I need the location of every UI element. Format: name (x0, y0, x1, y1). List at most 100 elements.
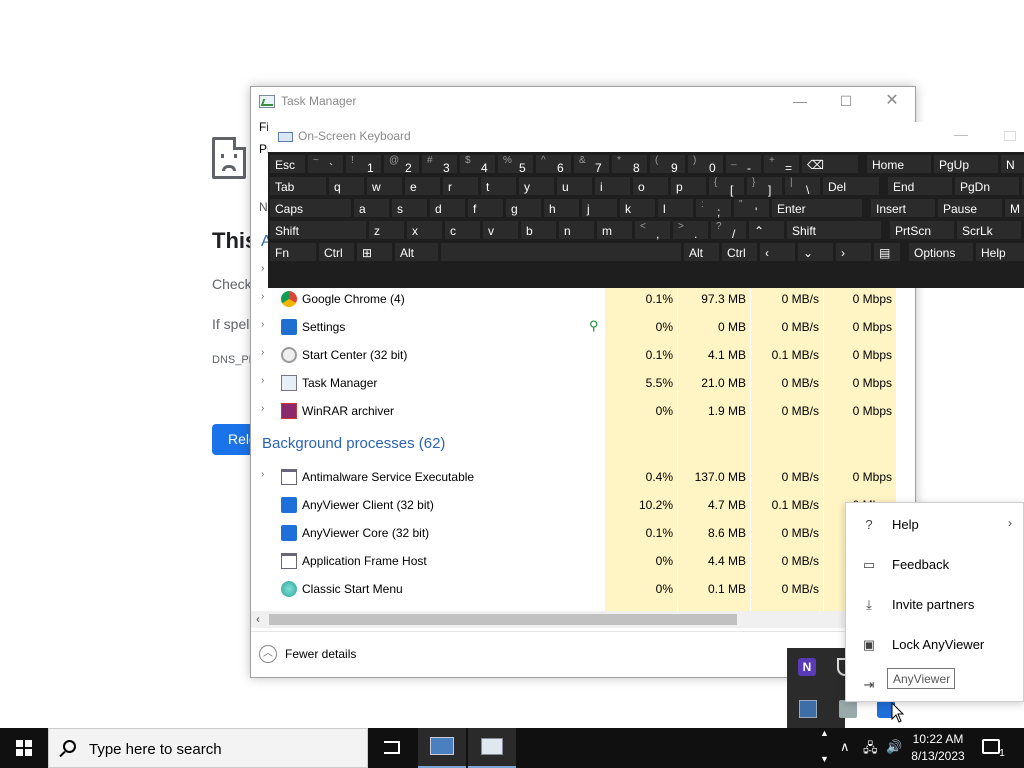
menu-item-help[interactable]: ? Help › (846, 507, 1024, 543)
osk-key[interactable]: * 8 (611, 154, 648, 175)
osk-key[interactable]: ) 0 (687, 154, 724, 175)
n-app-tray-icon[interactable]: N (798, 658, 816, 676)
osk-key[interactable]: z (368, 220, 405, 240)
osk-key[interactable]: | \ (784, 176, 821, 197)
chevron-right-icon[interactable]: › (261, 347, 264, 358)
taskbar-app-remote[interactable] (418, 728, 466, 768)
scroll-down-icon[interactable]: ▼ (820, 754, 829, 764)
chevron-right-icon[interactable]: › (261, 319, 264, 330)
osk-key[interactable]: k (619, 198, 656, 218)
osk-key[interactable]: ScrLk (956, 220, 1022, 240)
taskbar-search-box[interactable]: Type here to search (48, 728, 368, 768)
menu-item-feedback[interactable]: ▭ Feedback (846, 547, 1024, 583)
process-row[interactable]: Classic Start Menu 0% 0.1 MB 0 MB/s (251, 575, 899, 603)
osk-key[interactable]: f (467, 198, 504, 218)
horizontal-scrollbar[interactable]: ‹ (251, 611, 899, 628)
osk-key[interactable]: o (632, 176, 669, 196)
task-view-button[interactable] (368, 728, 416, 768)
osk-key[interactable]: PgUp (933, 154, 999, 174)
osk-minimize-button[interactable]: — (954, 126, 968, 142)
osk-key[interactable]: & 7 (573, 154, 610, 175)
process-row[interactable]: AnyViewer Core (32 bit) 0.1% 8.6 MB 0 MB/s (251, 519, 899, 547)
osk-key[interactable]: Tab (269, 176, 327, 196)
osk-key[interactable]: @2 (383, 154, 420, 175)
osk-key[interactable]: h (543, 198, 580, 218)
osk-key[interactable]: ⌫ (801, 154, 859, 174)
background-processes-header[interactable]: Background processes (62) (262, 435, 445, 452)
osk-key[interactable]: ⌃ (748, 220, 785, 240)
osk-key[interactable]: r (442, 176, 479, 196)
osk-key[interactable]: n (558, 220, 595, 240)
process-row[interactable]: › Task Manager 5.5% 21.0 MB 0 MB/s 0 Mbps (251, 369, 899, 397)
osk-key[interactable]: + = (763, 154, 800, 175)
monitor-tray-icon[interactable] (799, 700, 817, 718)
osk-key[interactable]: ^ 6 (535, 154, 572, 175)
chevron-right-icon[interactable]: › (261, 375, 264, 386)
osk-key[interactable]: Del (822, 176, 880, 196)
osk-key[interactable]: Shift (269, 220, 367, 240)
osk-key[interactable]: ! 1 (345, 154, 382, 175)
osk-key[interactable]: (9 (649, 154, 686, 175)
osk-key[interactable]: {[ (708, 176, 745, 197)
osk-key[interactable]: t (480, 176, 517, 196)
chevron-right-icon[interactable]: › (261, 403, 264, 414)
osk-key[interactable]: Caps (269, 198, 352, 218)
osk-key[interactable]: j (581, 198, 618, 218)
osk-key[interactable]: e (404, 176, 441, 196)
osk-key[interactable]: Insert (870, 198, 936, 218)
osk-key[interactable]: w (366, 176, 403, 196)
osk-key[interactable]: m (596, 220, 633, 240)
osk-key[interactable]: v (482, 220, 519, 240)
clock-date[interactable]: 8/13/2023 (906, 749, 970, 763)
maximize-button[interactable]: ☐ (823, 87, 869, 117)
task-manager-titlebar[interactable]: Task Manager — ☐ ✕ (251, 87, 915, 117)
taskbar-app-task-manager[interactable] (468, 728, 516, 768)
volume-icon[interactable]: 🔊 (886, 739, 902, 755)
osk-key[interactable]: Esc (269, 154, 306, 174)
osk-key[interactable]: Alt (394, 242, 439, 262)
osk-key[interactable]: #3 (421, 154, 458, 175)
scroll-left-icon[interactable]: ‹ (256, 612, 260, 626)
osk-key[interactable]: }] (746, 176, 783, 197)
osk-key[interactable]: Ctrl (721, 242, 758, 262)
osk-key[interactable]: % 5 (497, 154, 534, 175)
menu-item-lock-anyviewer[interactable]: ▣ Lock AnyViewer (846, 627, 1024, 663)
expand-arrow-icon[interactable]: › (261, 263, 264, 274)
osk-key[interactable]: x (406, 220, 443, 240)
osk-key[interactable]: › (835, 242, 872, 262)
osk-key[interactable]: End (887, 176, 953, 196)
chevron-up-icon[interactable]: ︿ (259, 645, 277, 663)
osk-key[interactable]: Ctrl (318, 242, 355, 262)
process-row[interactable]: › Settings ⚲ 0% 0 MB 0 MB/s 0 Mbps (251, 313, 899, 341)
osk-key[interactable]: PgDn (954, 176, 1020, 196)
osk-key[interactable]: " ' (733, 198, 770, 219)
osk-titlebar[interactable]: On-Screen Keyboard — (268, 122, 1024, 152)
osk-key[interactable]: ▤ (873, 242, 901, 262)
scroll-up-icon[interactable]: ▲ (820, 728, 829, 738)
osk-key[interactable]: Home (866, 154, 932, 174)
osk-key[interactable]: Pause (937, 198, 1003, 218)
osk-key[interactable]: s (391, 198, 428, 218)
osk-maximize-button[interactable] (1004, 131, 1016, 141)
osk-key[interactable]: b (520, 220, 557, 240)
process-row[interactable]: › Google Chrome (4) 0.1% 97.3 MB 0 MB/s 0 Mbp… (251, 285, 899, 313)
menu-item-invite-partners[interactable]: ⤓ Invite partners (846, 587, 1024, 623)
close-button[interactable]: ✕ (869, 87, 915, 117)
process-row[interactable]: AnyViewer Client (32 bit) 10.2% 4.7 MB 0.1 … (251, 491, 899, 519)
osk-key[interactable]: $4 (459, 154, 496, 175)
scrollbar-thumb[interactable] (269, 614, 737, 625)
osk-key[interactable]: ⊞ (356, 242, 393, 262)
osk-key[interactable]: M (1004, 198, 1024, 218)
start-button[interactable] (0, 728, 48, 768)
osk-key[interactable]: a (353, 198, 390, 218)
osk-key[interactable]: Help (975, 242, 1024, 262)
process-row[interactable]: › WinRAR archiver 0% 1.9 MB 0 MB/s 0 Mbps (251, 397, 899, 425)
chevron-up-icon[interactable]: ∧ (840, 739, 850, 755)
osk-key[interactable]: i (594, 176, 631, 196)
osk-key[interactable]: <, (634, 220, 671, 241)
osk-key[interactable]: N (1000, 154, 1024, 174)
process-row[interactable]: Application Frame Host 0% 4.4 MB 0 MB/s (251, 547, 899, 575)
osk-key[interactable]: Enter (771, 198, 863, 218)
osk-key[interactable] (440, 242, 682, 262)
osk-key[interactable]: l (657, 198, 694, 218)
